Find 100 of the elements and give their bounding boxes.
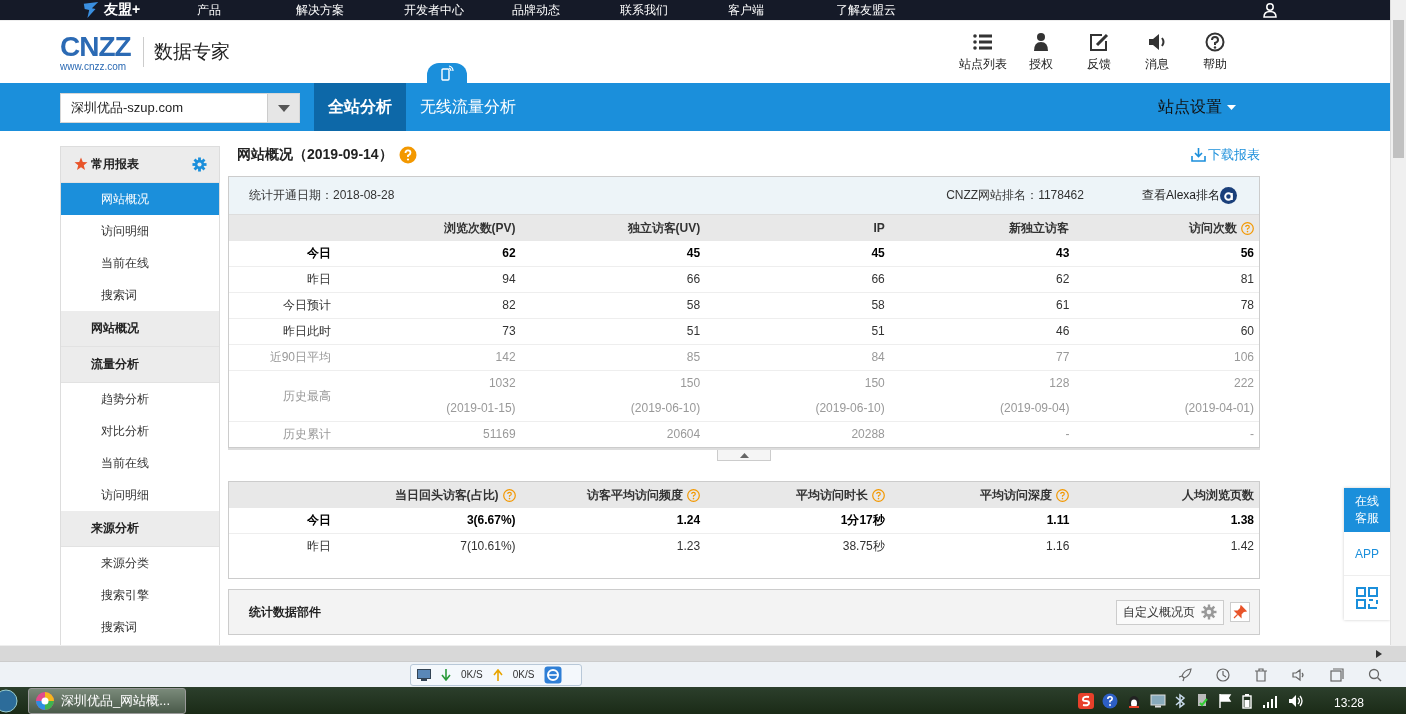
- column-header: 平均访问深度: [980, 486, 1053, 504]
- nav-link[interactable]: 开发者中心: [404, 1, 512, 19]
- cnzz-logo[interactable]: CNZZ www.cnzz.com: [60, 32, 131, 72]
- upload-speed: 0K/S: [512, 669, 535, 680]
- sidebar-item[interactable]: 访问明细: [61, 215, 219, 247]
- table-cell-text: -: [1249, 426, 1254, 443]
- sidebar-group-header[interactable]: 网站概况: [61, 311, 219, 347]
- nav-link[interactable]: 了解友盟云: [836, 1, 944, 19]
- sidebar-item[interactable]: 趋势分析: [61, 383, 219, 415]
- table-cell-text: 222: [1232, 375, 1254, 392]
- collapse-button[interactable]: [717, 450, 771, 461]
- toolbar-button[interactable]: 站点列表: [958, 31, 1008, 73]
- sidebar-item[interactable]: 搜索词: [61, 279, 219, 311]
- date-text: (2019-06-10): [629, 400, 701, 417]
- sidebar-item[interactable]: 访问明细: [61, 479, 219, 511]
- nav-link[interactable]: 联系我们: [620, 1, 728, 19]
- toolbar-button[interactable]: 消息: [1132, 31, 1182, 73]
- customize-button[interactable]: 自定义概况页: [1116, 599, 1224, 625]
- sidebar-group-header[interactable]: 来源分析: [61, 511, 219, 547]
- table-cell-text: 94: [501, 271, 516, 288]
- bluetooth-icon[interactable]: [1173, 693, 1186, 709]
- download-report-link[interactable]: 下载报表: [1191, 146, 1260, 164]
- table-cell-text: 1.24: [675, 512, 701, 529]
- row-label: 历史最高: [283, 388, 331, 403]
- online-service-button[interactable]: 在线客服: [1344, 488, 1390, 532]
- nav-link[interactable]: 解决方案: [296, 1, 404, 19]
- volume-icon[interactable]: [1292, 667, 1306, 682]
- table-cell-text: 84: [870, 349, 885, 366]
- table-cell-text: 142: [494, 349, 516, 366]
- clock-time[interactable]: 13:28: [1333, 695, 1364, 710]
- row-label: 今日: [307, 246, 331, 260]
- table-cell-text: 58: [685, 297, 701, 314]
- vertical-scrollbar[interactable]: [1390, 0, 1406, 645]
- window-icon[interactable]: [1330, 667, 1344, 682]
- horizontal-scrollbar[interactable]: [0, 645, 1406, 661]
- nav-link[interactable]: 品牌动态: [512, 1, 620, 19]
- toolbar-button[interactable]: 帮助: [1190, 31, 1240, 73]
- table-cell-text: 3(6.67%): [465, 512, 516, 529]
- pin-icon: [1233, 605, 1247, 619]
- site-select[interactable]: 深圳优品-szup.com: [60, 93, 300, 123]
- table-cell-text: 56: [1239, 245, 1254, 262]
- settings-icon[interactable]: [192, 157, 207, 172]
- app-button[interactable]: APP: [1344, 532, 1390, 576]
- table-cell-text: 85: [685, 349, 701, 366]
- table-cell-text: 62: [501, 245, 516, 262]
- brand-name[interactable]: 友盟+: [104, 1, 141, 19]
- site-rank-text: CNZZ网站排名：1178462: [946, 187, 1084, 204]
- scroll-arrow-icon[interactable]: [1376, 649, 1382, 658]
- input-method-icon[interactable]: [1077, 693, 1094, 709]
- product-name: 数据专家: [142, 37, 230, 67]
- toolbar-button[interactable]: 反馈: [1074, 31, 1124, 73]
- table-cell-text: 1.23: [675, 538, 701, 555]
- site-settings-dropdown[interactable]: 站点设置: [1152, 83, 1242, 131]
- group-title: 常用报表: [91, 156, 139, 173]
- pin-button[interactable]: [1230, 602, 1250, 622]
- start-date-text: 统计开通日期：2018-08-28: [249, 187, 395, 204]
- group-title: 流量分析: [91, 356, 139, 373]
- user-icon[interactable]: [1262, 2, 1278, 18]
- signal-icon[interactable]: [1261, 693, 1280, 709]
- taskbar-window-button[interactable]: 深圳优品_网站概...: [28, 688, 186, 714]
- nav-tab[interactable]: 全站分析: [314, 83, 406, 131]
- caret-icon: [1227, 104, 1236, 110]
- rocket-icon[interactable]: [1178, 667, 1192, 682]
- column-header: 访问次数: [1189, 219, 1237, 237]
- column-header: 独立访客(UV): [627, 219, 701, 237]
- nav-link[interactable]: 客户端: [728, 1, 836, 19]
- date-text: (2019-06-10): [814, 400, 885, 417]
- settings-icon: [1201, 604, 1217, 620]
- history-icon[interactable]: [1216, 667, 1230, 682]
- row-label: 昨日此时: [283, 324, 331, 338]
- sidebar-group-header[interactable]: 流量分析: [61, 347, 219, 383]
- sidebar-item[interactable]: 当前在线: [61, 247, 219, 279]
- table-cell-text: 150: [679, 375, 701, 392]
- speaker-icon[interactable]: [1287, 693, 1304, 709]
- table-cell-text: 60: [1239, 323, 1254, 340]
- sidebar-item[interactable]: 搜索引擎: [61, 579, 219, 611]
- sidebar-item[interactable]: 来源分类: [61, 547, 219, 579]
- nav-link[interactable]: 产品: [197, 1, 296, 19]
- download-speed: 0K/S: [461, 669, 483, 680]
- sidebar-item[interactable]: 搜索词: [61, 611, 219, 643]
- battery-icon[interactable]: [1239, 693, 1254, 709]
- sidebar-group-header[interactable]: 常用报表: [61, 147, 219, 183]
- qr-code-icon: [1355, 586, 1379, 610]
- help-icon[interactable]: [1101, 693, 1118, 709]
- table-cell-text: 1.38: [1229, 512, 1254, 529]
- monitor-icon[interactable]: [1149, 693, 1166, 709]
- sidebar-item[interactable]: 当前在线: [61, 447, 219, 479]
- table-cell-text: 1.42: [1229, 538, 1254, 555]
- caret-icon: [277, 104, 290, 112]
- browser-icon[interactable]: [544, 665, 563, 684]
- sidebar-item[interactable]: 网站概况: [61, 183, 219, 215]
- alexa-rank-link[interactable]: 查看Alexa排名: [1141, 187, 1237, 204]
- sidebar-item[interactable]: 对比分析: [61, 415, 219, 447]
- table-cell-text: 62: [1055, 271, 1070, 288]
- search-icon[interactable]: [1368, 667, 1382, 682]
- toolbar-button[interactable]: 授权: [1016, 31, 1066, 73]
- flag-icon[interactable]: [1217, 693, 1232, 709]
- nav-tab[interactable]: 无线流量分析: [406, 83, 530, 131]
- trash-icon[interactable]: [1254, 667, 1268, 682]
- qr-code-button[interactable]: [1344, 576, 1390, 620]
